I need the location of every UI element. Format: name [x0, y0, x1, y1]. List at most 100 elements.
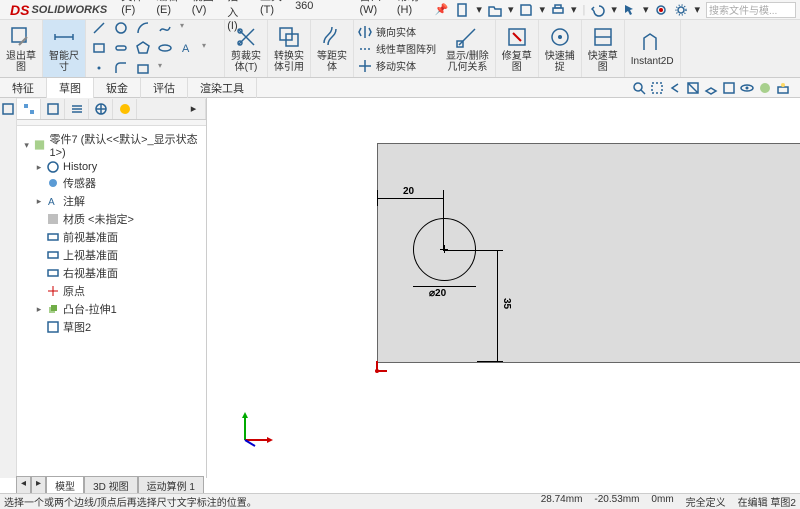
offset-entities-button[interactable]: 等距实 体 [311, 20, 354, 77]
fm-tab-dimxpert[interactable] [89, 99, 113, 119]
undo-icon[interactable] [591, 3, 605, 17]
fm-tab-expand[interactable]: ▸ [182, 99, 206, 119]
print-icon[interactable] [551, 3, 565, 17]
display-style-icon[interactable] [722, 81, 736, 95]
slot-tool-icon[interactable] [114, 41, 128, 55]
qat-dropdown-icon[interactable]: ▾ [508, 3, 514, 16]
tab-feature[interactable]: 特征 [0, 78, 47, 98]
fm-tab-config[interactable] [65, 99, 89, 119]
collapse-icon[interactable]: ▾ [23, 140, 30, 151]
task-pane-icon[interactable] [1, 102, 15, 116]
graphics-canvas[interactable]: 20 ⌀20 35 [207, 98, 800, 478]
open-icon[interactable] [488, 3, 502, 17]
convert-entities-button[interactable]: 转换实 体引用 [268, 20, 311, 77]
extrude-icon [47, 303, 59, 315]
polygon-tool-icon[interactable] [136, 41, 150, 55]
tree-top-plane[interactable]: 上视基准面 [19, 246, 204, 264]
fm-tab-tree[interactable] [17, 99, 41, 119]
tab-render[interactable]: 渲染工具 [188, 78, 257, 98]
smart-dimension-button[interactable]: 智能尺 寸 [43, 20, 86, 77]
qat-dropdown-icon[interactable]: ▾ [539, 3, 545, 16]
text-tool-icon[interactable]: A [180, 41, 194, 55]
options-gear-icon[interactable] [674, 3, 688, 17]
rectangle-tool-icon[interactable] [92, 41, 106, 55]
line-tool-icon[interactable] [92, 21, 106, 35]
tree-sensors[interactable]: 传感器 [19, 174, 204, 192]
tree-extrude[interactable]: ▸凸台-拉伸1 [19, 300, 204, 318]
search-input[interactable]: 搜索文件与模... [706, 2, 796, 18]
dropdown-icon[interactable]: ▾ [158, 61, 174, 77]
plane-icon [47, 267, 59, 279]
instant2d-button[interactable]: Instant2D [625, 20, 681, 77]
plane-icon [47, 249, 59, 261]
tab-sketch[interactable]: 草图 [47, 78, 94, 99]
rebuild-icon[interactable] [654, 3, 668, 17]
qat-dropdown-icon[interactable]: ▾ [571, 3, 577, 16]
tree-annotations[interactable]: ▸A注解 [19, 192, 204, 210]
expand-icon[interactable]: ▸ [35, 196, 43, 207]
svg-text:A: A [182, 43, 190, 55]
qat-dropdown-icon[interactable]: ▾ [643, 3, 649, 16]
rapid-sketch-button[interactable]: 快速草 图 [582, 20, 625, 77]
arc-tool-icon[interactable] [136, 21, 150, 35]
feature-tree: ▾ 零件7 (默认<<默认>_显示状态 1>) ▸History 传感器 ▸A注… [17, 126, 206, 340]
hide-show-icon[interactable] [740, 81, 754, 95]
tree-material[interactable]: 材质 <未指定> [19, 210, 204, 228]
scene-icon[interactable] [776, 81, 790, 95]
tab-sheetmetal[interactable]: 钣金 [94, 78, 141, 98]
view-orient-icon[interactable] [704, 81, 718, 95]
sensor-icon [47, 177, 59, 189]
dim-h20[interactable]: 20 [403, 186, 414, 197]
tree-right-plane[interactable]: 右视基准面 [19, 264, 204, 282]
dropdown-icon[interactable]: ▾ [202, 41, 218, 57]
status-context: 在编辑 草图2 [738, 494, 796, 509]
plane-tool-icon[interactable] [136, 61, 150, 75]
sketch-origin-icon [375, 359, 389, 373]
dropdown-icon[interactable]: ▾ [180, 21, 196, 37]
move-entities-button[interactable]: 移动实体 [358, 58, 436, 73]
expand-icon[interactable]: ▸ [35, 304, 43, 315]
zoom-area-icon[interactable] [650, 81, 664, 95]
tree-origin[interactable]: 原点 [19, 282, 204, 300]
fillet-tool-icon[interactable] [114, 61, 128, 75]
exit-sketch-icon [9, 25, 33, 49]
dim-diameter[interactable]: ⌀20 [429, 288, 446, 299]
appearance-icon[interactable] [758, 81, 772, 95]
save-icon[interactable] [519, 3, 533, 17]
ellipse-tool-icon[interactable] [158, 41, 172, 55]
fm-tab-display[interactable] [113, 99, 137, 119]
qat-dropdown-icon[interactable]: ▾ [694, 3, 700, 16]
material-icon [47, 213, 59, 225]
exit-sketch-button[interactable]: 退出草 图 [0, 20, 43, 77]
command-tabs: 特征 草图 钣金 评估 渲染工具 [0, 78, 800, 98]
prev-view-icon[interactable] [668, 81, 682, 95]
circle-tool-icon[interactable] [114, 21, 128, 35]
tree-root[interactable]: ▾ 零件7 (默认<<默认>_显示状态 1>) [19, 130, 204, 160]
task-pane-strip [0, 98, 17, 478]
point-tool-icon[interactable] [92, 61, 106, 75]
tab-evaluate[interactable]: 评估 [141, 78, 188, 98]
qat-dropdown-icon[interactable]: ▾ [476, 3, 482, 16]
linear-pattern-button[interactable]: 线性草图阵列 [358, 41, 436, 56]
section-view-icon[interactable] [686, 81, 700, 95]
menu-bar: DS SOLIDWORKS 文件(F) 编辑(E) 视图(V) 插入(I) 工具… [0, 0, 800, 20]
select-arrow-icon[interactable] [623, 3, 637, 17]
tree-history[interactable]: ▸History [19, 160, 204, 174]
repair-sketch-button[interactable]: 修复草 图 [496, 20, 539, 77]
dim-v35[interactable]: 35 [501, 298, 512, 309]
fm-tab-property[interactable] [41, 99, 65, 119]
expand-icon[interactable]: ▸ [35, 162, 43, 173]
mirror-button[interactable]: 镜向实体 [358, 24, 436, 39]
spline-tool-icon[interactable] [158, 21, 172, 35]
trim-button[interactable]: 剪裁实 体(T) [225, 20, 268, 77]
dim-line [497, 250, 498, 361]
display-relations-button[interactable]: 显示/删除 几何关系 [440, 20, 496, 77]
tree-sketch2[interactable]: 草图2 [19, 318, 204, 336]
zoom-fit-icon[interactable] [632, 81, 646, 95]
qat-dropdown-icon[interactable]: ▾ [611, 3, 617, 16]
new-doc-icon[interactable] [456, 3, 470, 17]
status-bar: 选择一个或两个边线/顶点后再选择尺寸文字标注的位置。 28.74mm -20.5… [0, 493, 800, 509]
menu-pin-icon[interactable]: 📌 [429, 1, 455, 18]
quick-snap-button[interactable]: 快速捕 捉 [539, 20, 582, 77]
tree-front-plane[interactable]: 前视基准面 [19, 228, 204, 246]
